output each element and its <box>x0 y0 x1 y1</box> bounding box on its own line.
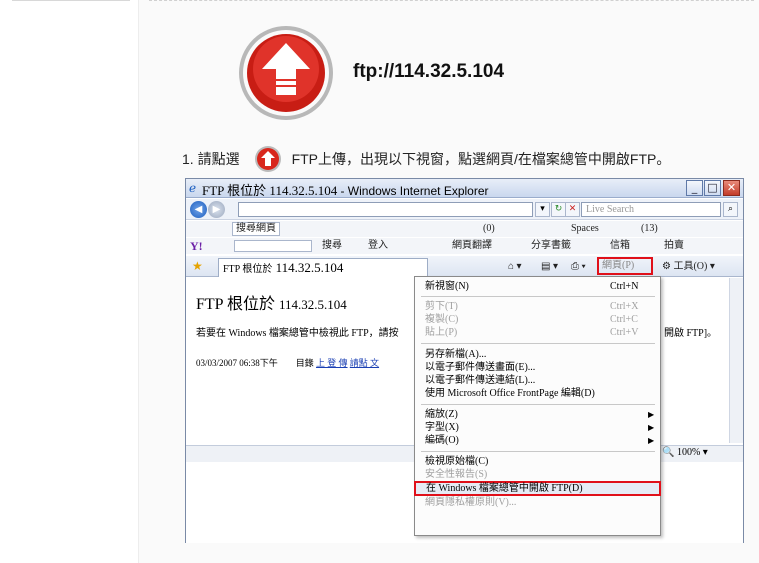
translate-button[interactable]: 網頁翻譯 <box>452 238 492 254</box>
toolbar-row-1: 搜尋網頁 (0) Spaces (13) <box>186 221 743 237</box>
top-dashed-divider <box>149 0 754 1</box>
refresh-icon[interactable]: ↻ <box>551 202 566 217</box>
ftp-url-heading: ftp://114.32.5.104 <box>353 61 505 82</box>
ie-window-screenshot: ℯ FTP 根位於 114.32.5.104 - Windows Interne… <box>185 178 744 543</box>
toolbar-row-2: Y! 搜尋 登入 網頁翻譯 分享書籤 信箱 拍賣 <box>186 238 743 254</box>
yahoo-search-input[interactable] <box>234 240 312 252</box>
search-icon[interactable]: ⌕ <box>723 202 738 217</box>
print-icon[interactable]: ⎙ ▾ <box>571 259 586 275</box>
favorites-star-icon[interactable]: ★ <box>192 259 203 274</box>
mail-button[interactable]: 信箱 <box>610 238 630 254</box>
menu-item-security-report[interactable]: 安全性報告(S) <box>415 468 660 481</box>
ie-titlebar: ℯ FTP 根位於 114.32.5.104 - Windows Interne… <box>186 179 743 198</box>
doc-listing-row: 03/03/2007 06:38下午 目錄 上 登 傳 請點 文 <box>196 358 380 368</box>
spaces-link[interactable]: Spaces <box>571 221 599 237</box>
menu-item-zoom[interactable]: 縮放(Z) ▶ <box>415 408 660 421</box>
maximize-button[interactable]: □ <box>704 180 721 196</box>
back-icon[interactable]: ◀ <box>190 201 207 218</box>
menu-item-cut[interactable]: 剪下(T) Ctrl+X <box>415 300 660 313</box>
upload-arrow-icon[interactable] <box>236 23 336 123</box>
page-menu-button[interactable]: 網頁(P) <box>597 257 653 275</box>
submenu-arrow-icon: ▶ <box>648 423 655 432</box>
address-input[interactable] <box>238 202 533 217</box>
page-dropdown-menu: 新視窗(N) Ctrl+N 剪下(T) Ctrl+X 複製(C) Ctrl+C 貼上(… <box>414 276 661 536</box>
menu-item-copy[interactable]: 複製(C) Ctrl+C <box>415 313 660 326</box>
close-button[interactable]: ✕ <box>723 180 740 196</box>
home-icon[interactable]: ⌂ ▾ <box>508 259 522 275</box>
submenu-arrow-icon: ▶ <box>648 410 655 419</box>
ie-tab-row: ★ FTP 根位於 114.32.5.104 ⌂ ▾ ▤ ▾ ⎙ ▾ 網頁(P)… <box>186 256 743 277</box>
instruction-step: 1. 請點選 FTP上傳，出現以下視窗，點選網頁/在檔案總管中開啟FTP。 <box>182 145 670 173</box>
inbox-count[interactable]: (0) <box>483 221 495 237</box>
menu-item-open-ftp-in-explorer[interactable]: 在 Windows 檔案總管中開啟 FTP(D) <box>414 481 661 496</box>
doc-instruction-text: 若要在 Windows 檔案總管中檢視此 FTP，請按 <box>196 328 399 339</box>
menu-item-email-link[interactable]: 以電子郵件傳送連結(L)... <box>415 374 660 387</box>
menu-item-paste[interactable]: 貼上(P) Ctrl+V <box>415 326 660 339</box>
tab-ftp[interactable]: FTP 根位於 114.32.5.104 <box>218 258 428 277</box>
left-column <box>0 0 132 563</box>
upload-small-icon <box>254 146 281 172</box>
minimize-button[interactable]: _ <box>686 180 703 196</box>
menu-separator <box>421 343 655 344</box>
menu-item-encoding[interactable]: 編碼(O) ▶ <box>415 434 660 447</box>
left-divider <box>12 0 130 1</box>
submenu-arrow-icon: ▶ <box>648 436 655 445</box>
tools-menu-button[interactable]: ⚙ 工具(O) ▾ <box>662 259 715 275</box>
feeds-icon[interactable]: ▤ ▾ <box>541 259 558 275</box>
menu-item-view-source[interactable]: 檢視原始檔(C) <box>415 455 660 468</box>
messenger-count[interactable]: (13) <box>641 221 658 237</box>
stop-icon[interactable]: ✕ <box>565 202 580 217</box>
menu-item-privacy-policy[interactable]: 網頁隱私權原則(V)... <box>415 496 660 509</box>
doc-scrollbar[interactable] <box>729 278 743 443</box>
yahoo-search-button[interactable]: 搜尋 <box>322 238 342 254</box>
doc-heading: FTP 根位於 114.32.5.104 <box>196 296 347 313</box>
menu-item-email-page[interactable]: 以電子郵件傳送畫面(E)... <box>415 361 660 374</box>
menu-item-save-as[interactable]: 另存新檔(A)... <box>415 348 660 361</box>
menu-separator <box>421 451 655 452</box>
yahoo-login-button[interactable]: 登入 <box>368 238 388 254</box>
menu-item-frontpage-edit[interactable]: 使用 Microsoft Office FrontPage 編輯(D) <box>415 387 660 400</box>
instruction-text: FTP上傳，出現以下視窗，點選網頁/在檔案總管中開啟FTP。 <box>291 151 671 167</box>
ie-title: FTP 根位於 114.32.5.104 - Windows Internet … <box>202 183 489 198</box>
live-search-input[interactable]: Live Search <box>581 202 721 217</box>
zoom-level[interactable]: 🔍 100% ▾ <box>662 447 708 458</box>
tutorial-content: ftp://114.32.5.104 1. 請點選 FTP上傳，出現以下視窗，點… <box>138 0 759 563</box>
dir-link-2[interactable]: 請點 文 <box>350 358 379 368</box>
menu-separator <box>421 404 655 405</box>
auction-button[interactable]: 拍賣 <box>664 238 684 254</box>
address-dropdown-icon[interactable]: ▾ <box>535 202 550 217</box>
instruction-prefix: 1. 請點選 <box>182 151 240 167</box>
toolbar-search-field[interactable]: 搜尋網頁 <box>232 222 280 236</box>
forward-icon[interactable]: ▶ <box>208 201 225 218</box>
doc-instruction-text-end: 開啟 FTP]。 <box>664 328 718 339</box>
share-bookmark-button[interactable]: 分享書籤 <box>531 238 571 254</box>
menu-separator <box>421 296 655 297</box>
menu-item-font[interactable]: 字型(X) ▶ <box>415 421 660 434</box>
ie-logo-icon: ℯ <box>189 181 197 195</box>
yahoo-logo-icon: Y! <box>190 239 203 253</box>
dir-link-1[interactable]: 上 登 傳 <box>316 358 348 368</box>
menu-item-new-window[interactable]: 新視窗(N) Ctrl+N <box>415 280 660 293</box>
ie-address-bar: ◀ ▶ ▾ ↻ ✕ Live Search ⌕ <box>186 199 743 220</box>
